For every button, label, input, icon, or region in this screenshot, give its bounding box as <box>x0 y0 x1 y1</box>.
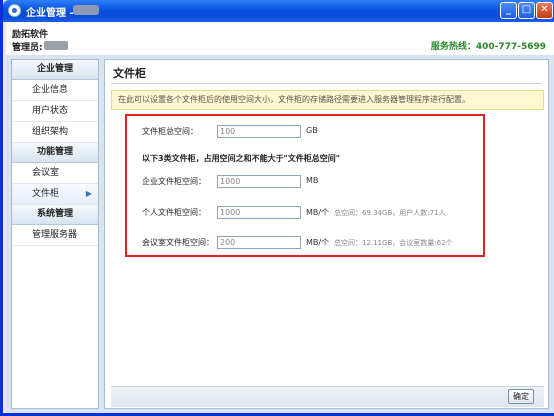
app-window: 企业管理 - _ □ ✕ 励拓软件 管理员: 服务热线：400-777-5699… <box>0 0 554 416</box>
sidebar-item-server[interactable]: 管理服务器 <box>12 225 98 246</box>
client-area: 励拓软件 管理员: 服务热线：400-777-5699 企业管理 企业信息 用户… <box>6 22 554 413</box>
total-space-input[interactable] <box>217 125 301 138</box>
redacted-title <box>73 5 99 15</box>
brand-name: 励拓软件 <box>12 30 49 40</box>
admin-label: 管理员: <box>12 43 43 53</box>
service-hotline: 服务热线：400-777-5699 <box>430 42 546 52</box>
total-space-unit: GB <box>306 126 318 135</box>
close-icon: ✕ <box>540 4 549 15</box>
sidebar-item-label: 企业信息 <box>32 85 69 95</box>
minimize-icon: _ <box>506 4 511 15</box>
page-title: 文件柜 <box>113 67 146 80</box>
sidebar-section-system: 系统管理 <box>12 205 98 225</box>
sidebar-item-label: 管理服务器 <box>32 230 78 240</box>
personal-space-stats: 总空间：69.34GB，用户人数:71人 <box>334 209 446 217</box>
minimize-button[interactable]: _ <box>500 2 517 19</box>
sidebar-item-label: 用户状态 <box>32 106 69 116</box>
enterprise-space-input[interactable] <box>217 175 301 188</box>
sidebar-item-label: 会议室 <box>32 168 60 178</box>
sidebar-item-org-structure[interactable]: 组织架构 <box>12 122 98 143</box>
app-icon <box>8 4 21 17</box>
personal-space-input[interactable] <box>217 206 301 219</box>
sidebar-item-meeting-room[interactable]: 会议室 <box>12 163 98 184</box>
maximize-button[interactable]: □ <box>518 2 535 19</box>
content-frame: 企业管理 企业信息 用户状态 组织架构 功能管理 会议室 文件柜 ▶ 系统管理 … <box>6 55 554 413</box>
meeting-space-stats: 总空间：12.11GB，会议室数量:62个 <box>334 239 453 247</box>
window-title: 企业管理 - <box>26 8 74 19</box>
personal-space-unit: MB/个 <box>306 208 330 217</box>
sidebar-item-user-status[interactable]: 用户状态 <box>12 101 98 122</box>
meeting-space-label: 会议室文件柜空间： <box>142 238 214 247</box>
quota-subheading: 以下3类文件柜，占用空间之和不能大于"文件柜总空间" <box>142 154 340 163</box>
ok-button[interactable]: 确定 <box>508 389 534 404</box>
close-button[interactable]: ✕ <box>536 2 553 19</box>
divider <box>111 83 542 84</box>
header: 励拓软件 管理员: 服务热线：400-777-5699 <box>6 22 554 55</box>
footer-bar: 确定 <box>111 386 544 407</box>
meeting-space-unit: MB/个 <box>306 238 330 247</box>
maximize-icon: □ <box>521 4 532 15</box>
quota-form: 文件柜总空间： GB 以下3类文件柜，占用空间之和不能大于"文件柜总空间" 企业… <box>125 114 485 257</box>
notice-banner: 在此可以设置各个文件柜后的使用空间大小，文件柜的存储路径需要进入服务器管理程序进… <box>111 90 544 110</box>
sidebar-item-file-cabinet[interactable]: 文件柜 ▶ <box>12 184 98 205</box>
meeting-space-input[interactable] <box>217 236 301 249</box>
sidebar-item-enterprise-info[interactable]: 企业信息 <box>12 80 98 101</box>
sidebar-section-features: 功能管理 <box>12 143 98 163</box>
enterprise-space-label: 企业文件柜空间： <box>142 177 206 186</box>
chevron-right-icon: ▶ <box>85 189 92 198</box>
sidebar-section-enterprise: 企业管理 <box>12 60 98 80</box>
personal-space-label: 个人文件柜空间： <box>142 208 206 217</box>
sidebar: 企业管理 企业信息 用户状态 组织架构 功能管理 会议室 文件柜 ▶ 系统管理 … <box>11 59 99 409</box>
title-bar[interactable]: 企业管理 - _ □ ✕ <box>3 0 554 22</box>
sidebar-item-label: 文件柜 <box>32 189 60 199</box>
enterprise-space-unit: MB <box>306 176 319 185</box>
redacted-admin <box>44 41 68 50</box>
main-panel: 文件柜 在此可以设置各个文件柜后的使用空间大小，文件柜的存储路径需要进入服务器管… <box>104 59 549 409</box>
sidebar-item-label: 组织架构 <box>32 127 69 137</box>
total-space-label: 文件柜总空间： <box>142 127 198 136</box>
